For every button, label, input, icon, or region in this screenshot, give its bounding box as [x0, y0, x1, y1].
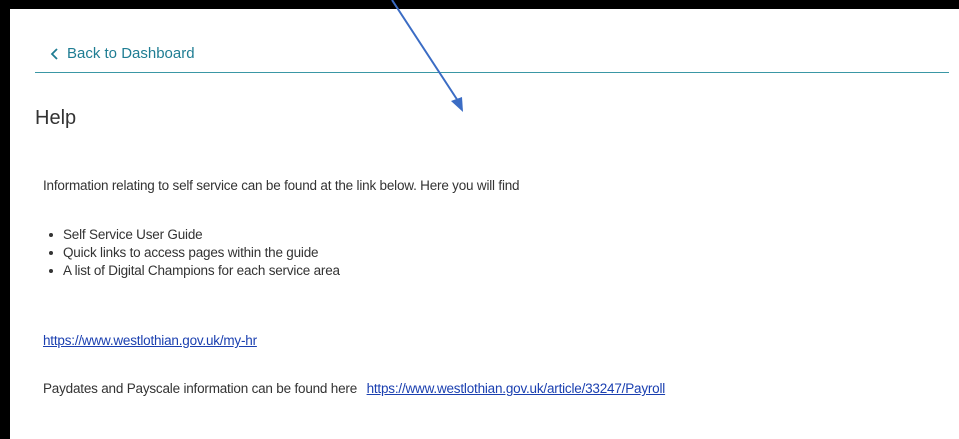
back-to-dashboard-label: Back to Dashboard: [67, 45, 195, 62]
list-item: Self Service User Guide: [43, 226, 340, 244]
header-divider: [35, 72, 949, 73]
chevron-left-icon: [50, 47, 58, 60]
list-item: Quick links to access pages within the g…: [43, 244, 340, 262]
paydates-text: Paydates and Payscale information can be…: [43, 381, 358, 396]
list-item: A list of Digital Champions for each ser…: [43, 262, 340, 280]
my-hr-link-row: https://www.westlothian.gov.uk/my-hr: [43, 333, 257, 348]
back-to-dashboard-link[interactable]: Back to Dashboard: [50, 45, 195, 62]
payroll-link[interactable]: https://www.westlothian.gov.uk/article/3…: [367, 381, 666, 396]
my-hr-link[interactable]: https://www.westlothian.gov.uk/my-hr: [43, 333, 257, 348]
help-bullet-list: Self Service User Guide Quick links to a…: [43, 226, 340, 280]
paydates-row: Paydates and Payscale information can be…: [43, 381, 665, 396]
intro-text: Information relating to self service can…: [43, 178, 520, 193]
page-frame: Back to Dashboard: [0, 0, 959, 439]
page-title: Help: [35, 107, 77, 129]
